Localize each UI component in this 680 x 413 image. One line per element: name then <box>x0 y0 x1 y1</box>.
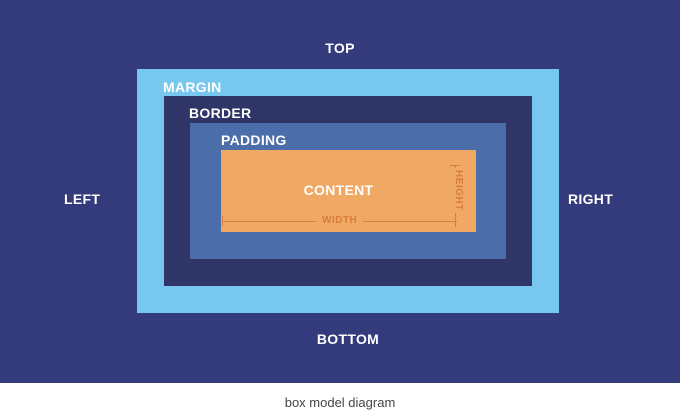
margin-label: MARGIN <box>163 79 222 95</box>
height-label: HEIGHT <box>446 168 464 213</box>
width-label: WIDTH <box>316 215 364 226</box>
right-label: RIGHT <box>568 191 614 207</box>
top-label: TOP <box>325 40 355 56</box>
border-label: BORDER <box>189 105 252 121</box>
left-label: LEFT <box>64 191 101 207</box>
width-tick-left <box>222 216 223 226</box>
content-label: CONTENT <box>303 182 374 198</box>
height-tick-top <box>450 165 460 166</box>
padding-label: PADDING <box>221 132 287 148</box>
bottom-label: BOTTOM <box>316 331 380 347</box>
box-model-diagram: TOP BOTTOM LEFT RIGHT MARGIN BORDER PADD… <box>0 0 680 383</box>
diagram-caption: box model diagram <box>284 395 396 410</box>
